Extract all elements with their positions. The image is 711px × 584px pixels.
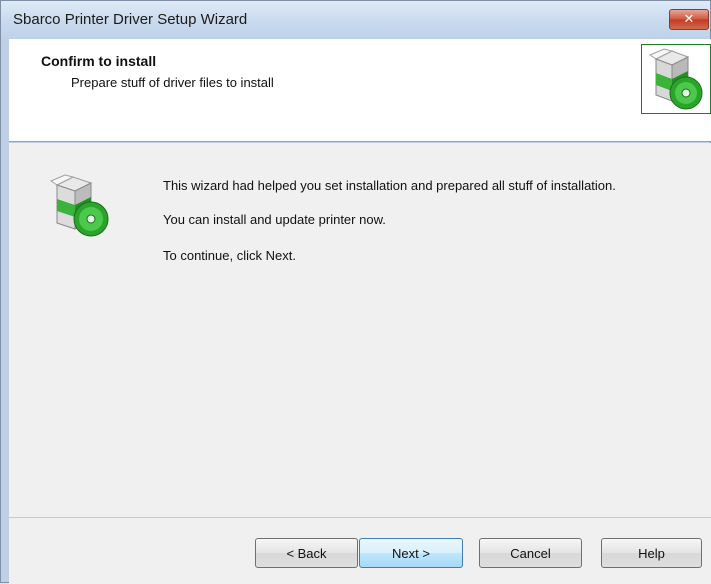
help-button[interactable]: Help [601,538,702,568]
wizard-footer: < Back Next > Cancel Help [9,517,711,584]
wizard-header: Confirm to install Prepare stuff of driv… [9,39,711,142]
title-bar[interactable]: Sbarco Printer Driver Setup Wizard ✕ [1,1,710,38]
close-button[interactable]: ✕ [669,9,709,30]
info-text-line3: To continue, click Next. [163,248,296,263]
window-title: Sbarco Printer Driver Setup Wizard [13,11,248,28]
back-button[interactable]: < Back [255,538,358,568]
info-text-line2: You can install and update printer now. [163,212,386,227]
info-text-line1: This wizard had helped you set installat… [163,178,616,193]
installer-package-icon [45,169,115,241]
setup-wizard-window: Sbarco Printer Driver Setup Wizard ✕ Con… [0,0,711,584]
close-icon: ✕ [683,12,695,27]
cancel-button[interactable]: Cancel [479,538,582,568]
next-button[interactable]: Next > [359,538,463,568]
page-subtitle: Prepare stuff of driver files to install [71,75,274,90]
page-title: Confirm to install [41,53,157,69]
installer-package-icon [641,44,711,114]
wizard-content: This wizard had helped you set installat… [9,143,711,517]
